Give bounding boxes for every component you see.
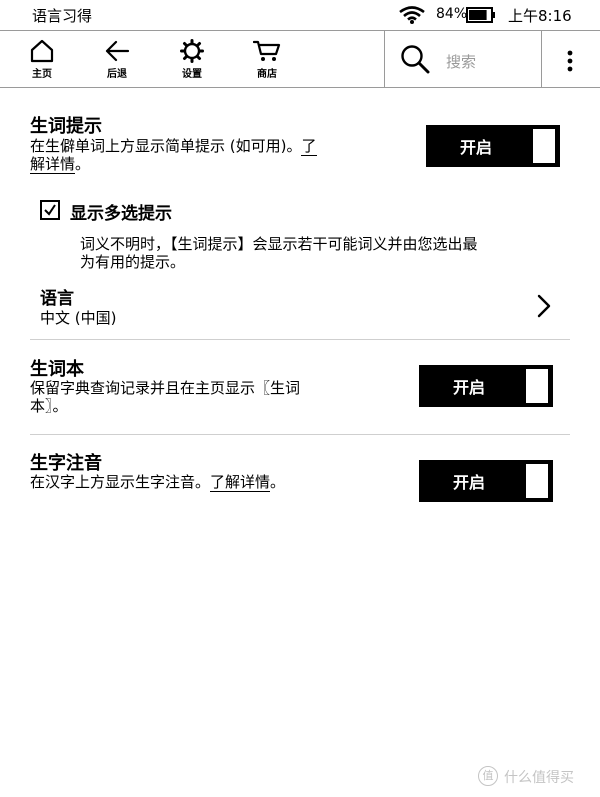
watermark-text: 什么值得买 <box>504 770 574 786</box>
pinyin-title: 生字注音 <box>30 453 102 474</box>
multi-hint-desc-line2: 为有用的提示。 <box>80 253 186 271</box>
toggle-knob <box>526 464 548 498</box>
settings-label: 设置 <box>182 69 202 80</box>
vocab-builder-toggle[interactable]: 开启 <box>419 365 553 407</box>
home-button[interactable]: 主页 <box>17 39 67 80</box>
arrow-left-icon <box>105 40 130 62</box>
settings-button[interactable]: 设置 <box>167 39 217 80</box>
pinyin-desc: 在汉字上方显示生字注音。了解详情。 <box>30 473 400 492</box>
gear-icon <box>180 39 204 63</box>
multi-hint-desc-line1: 词义不明时，【生词提示】会显示若干可能词义并由您选出最 <box>80 235 478 253</box>
wifi-icon <box>399 6 425 28</box>
watermark-logo: 值 <box>478 766 498 786</box>
vocab-builder-desc-line1: 保留字典查询记录并且在主页显示〖生词 <box>30 379 301 397</box>
multi-hint-desc: 词义不明时，【生词提示】会显示若干可能词义并由您选出最 为有用的提示。 <box>80 235 580 271</box>
checkmark-icon <box>44 204 56 216</box>
vocab-hint-toggle[interactable]: 开启 <box>426 125 560 167</box>
store-button[interactable]: 商店 <box>242 39 292 80</box>
search-icon[interactable] <box>400 44 430 78</box>
vocab-hint-desc-text: 在生僻单词上方显示简单提示 (如可用)。 <box>30 137 302 155</box>
battery-icon <box>466 7 496 27</box>
toolbar: 主页 后退 设置 商店 搜索 <box>0 30 600 88</box>
back-label: 后退 <box>107 69 127 80</box>
more-menu-icon[interactable] <box>565 49 575 77</box>
toggle-knob <box>533 129 555 163</box>
toggle-knob <box>526 369 548 403</box>
search-input[interactable]: 搜索 <box>446 51 476 72</box>
multi-hint-label[interactable]: 显示多选提示 <box>70 199 172 224</box>
pinyin-toggle[interactable]: 开启 <box>419 460 553 502</box>
vocab-hint-title: 生词提示 <box>30 116 102 137</box>
home-label: 主页 <box>32 69 52 80</box>
pinyin-learn-more-link[interactable]: 了解详情 <box>210 473 271 492</box>
store-label: 商店 <box>257 69 277 80</box>
language-title: 语言 <box>40 289 74 309</box>
chevron-right-icon <box>537 294 551 322</box>
pinyin-toggle-label: 开启 <box>452 473 485 492</box>
vocab-builder-title: 生词本 <box>30 359 84 380</box>
vocab-hint-desc-end: 。 <box>75 155 91 173</box>
vocab-hint-learn-more-link[interactable]: 了 <box>301 137 317 156</box>
cart-icon <box>253 40 281 61</box>
pinyin-desc-end: 。 <box>270 473 286 491</box>
vocab-hint-learn-more-link[interactable]: 解详情 <box>30 155 76 174</box>
divider <box>30 434 570 435</box>
back-button[interactable]: 后退 <box>92 39 142 80</box>
toolbar-separator <box>541 31 542 88</box>
vocab-hint-toggle-label: 开启 <box>459 138 492 157</box>
toolbar-separator <box>384 31 385 88</box>
battery-percent: 84% <box>436 6 468 22</box>
clock: 上午8:16 <box>508 7 572 25</box>
status-title: 语言习得 <box>32 7 93 25</box>
language-value: 中文 (中国) <box>40 309 117 327</box>
status-bar: 语言习得 84% 上午8:16 <box>0 0 600 30</box>
divider <box>30 339 570 340</box>
vocab-builder-desc: 保留字典查询记录并且在主页显示〖生词 本〗。 <box>30 379 400 415</box>
vocab-builder-desc-line2: 本〗。 <box>30 397 68 415</box>
multi-hint-checkbox[interactable] <box>40 200 60 220</box>
vocab-hint-desc: 在生僻单词上方显示简单提示 (如可用)。了 解详情。 <box>30 137 390 174</box>
pinyin-desc-text: 在汉字上方显示生字注音。 <box>30 473 211 491</box>
vocab-builder-toggle-label: 开启 <box>452 378 485 397</box>
home-icon <box>30 39 54 63</box>
